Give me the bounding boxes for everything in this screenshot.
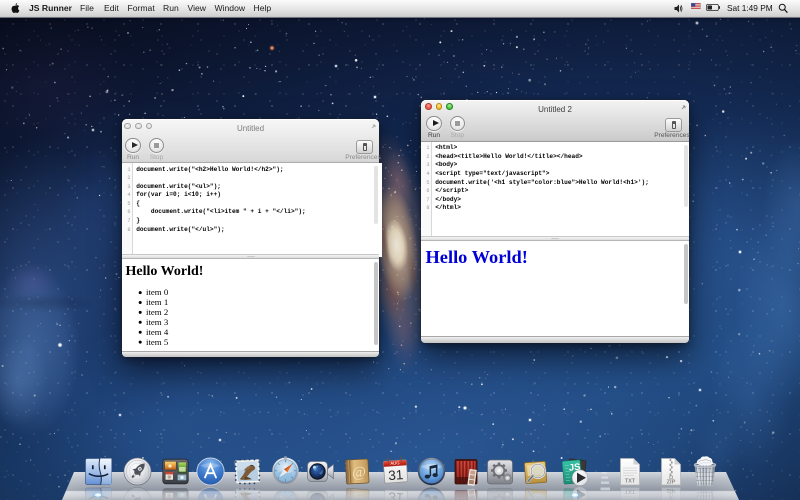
svg-text:AUG: AUG (390, 460, 399, 466)
svg-text:TXT: TXT (625, 479, 636, 485)
svg-text:31: 31 (387, 467, 403, 483)
svg-text:ZIP: ZIP (667, 480, 676, 486)
svg-text:@: @ (351, 464, 366, 481)
